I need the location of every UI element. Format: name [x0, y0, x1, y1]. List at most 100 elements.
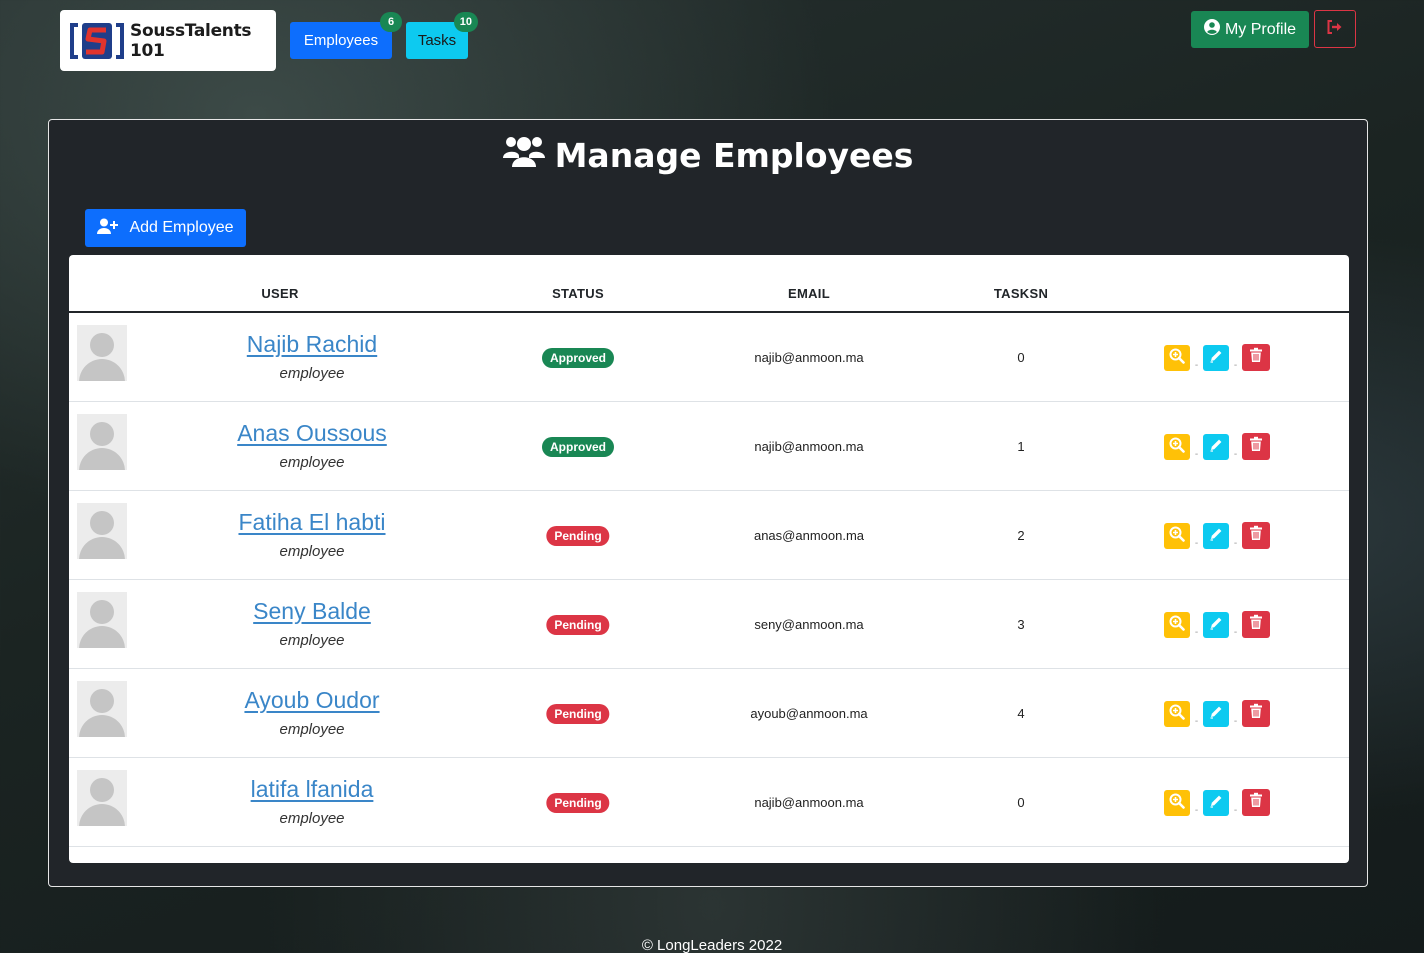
- search-plus-icon: [1169, 526, 1185, 547]
- employee-role: employee: [279, 365, 345, 382]
- search-plus-icon: [1169, 793, 1185, 814]
- table-row: Fatiha El habti employee Pending anas@an…: [69, 491, 1349, 580]
- action-separator: -: [1194, 627, 1199, 638]
- employee-email: najib@anmoon.ma: [754, 795, 864, 810]
- action-separator: -: [1233, 627, 1238, 638]
- table-row: latifa lfanida employee Pending najib@an…: [69, 758, 1349, 847]
- avatar: [77, 503, 127, 559]
- employee-name-link[interactable]: Najib Rachid: [247, 331, 377, 358]
- action-separator: -: [1194, 716, 1199, 727]
- footer-copyright: © LongLeaders 2022: [641, 937, 783, 953]
- nav-employees-button[interactable]: Employees 6: [290, 12, 402, 59]
- employee-task-count: 2: [1017, 528, 1025, 543]
- delete-button[interactable]: [1242, 433, 1270, 460]
- add-employee-button[interactable]: Add Employee: [85, 209, 246, 247]
- table-body: Najib Rachid employee Approved najib@anm…: [69, 313, 1349, 847]
- view-button[interactable]: [1164, 790, 1190, 816]
- delete-button[interactable]: [1242, 344, 1270, 371]
- logout-button[interactable]: [1314, 10, 1356, 48]
- column-header-tasks: TASKSN: [993, 286, 1049, 301]
- employee-task-count: 1: [1017, 439, 1025, 454]
- employee-name-link[interactable]: Ayoub Oudor: [244, 687, 379, 714]
- edit-button[interactable]: [1203, 523, 1229, 549]
- edit-button[interactable]: [1203, 345, 1229, 371]
- nav-tasks-button[interactable]: Tasks 10: [406, 12, 478, 59]
- delete-button[interactable]: [1242, 522, 1270, 549]
- status-badge: Pending: [546, 793, 610, 813]
- pencil-icon: [1208, 704, 1224, 725]
- trash-icon: [1249, 436, 1263, 457]
- pencil-icon: [1208, 437, 1224, 458]
- column-header-user: USER: [261, 286, 299, 301]
- page-title: Manage Employees: [49, 134, 1367, 176]
- employee-email: ayoub@anmoon.ma: [750, 706, 868, 721]
- status-badge: Pending: [546, 704, 610, 724]
- trash-icon: [1249, 347, 1263, 368]
- nav-employees-label: Employees: [303, 32, 379, 49]
- delete-button[interactable]: [1242, 789, 1270, 816]
- action-separator: -: [1233, 716, 1238, 727]
- row-actions: - -: [1164, 522, 1270, 549]
- brand-logo[interactable]: SoussTalents 101: [60, 10, 276, 71]
- user-plus-icon: [97, 218, 119, 239]
- view-button[interactable]: [1164, 701, 1190, 727]
- view-button[interactable]: [1164, 345, 1190, 371]
- employee-role: employee: [279, 632, 345, 649]
- manage-employees-panel: Manage Employees Add Employee USER STATU…: [48, 119, 1368, 887]
- employee-role: employee: [279, 721, 345, 738]
- table-row: Ayoub Oudor employee Pending ayoub@anmoo…: [69, 669, 1349, 758]
- status-badge: Pending: [546, 526, 610, 546]
- pencil-icon: [1208, 526, 1224, 547]
- avatar: [77, 592, 127, 648]
- action-separator: -: [1233, 360, 1238, 371]
- employee-email: najib@anmoon.ma: [754, 350, 864, 365]
- edit-button[interactable]: [1203, 612, 1229, 638]
- search-plus-icon: [1169, 615, 1185, 636]
- add-employee-label: Add Employee: [129, 219, 234, 236]
- employee-task-count: 3: [1017, 617, 1025, 632]
- employee-name-link[interactable]: Seny Balde: [253, 598, 371, 625]
- employee-email: seny@anmoon.ma: [754, 617, 864, 632]
- status-badge: Approved: [541, 437, 615, 457]
- avatar: [77, 770, 127, 826]
- action-separator: -: [1194, 538, 1199, 549]
- table-row: Najib Rachid employee Approved najib@anm…: [69, 313, 1349, 402]
- column-header-status: STATUS: [552, 286, 604, 301]
- trash-icon: [1249, 614, 1263, 635]
- sign-out-icon: [1326, 19, 1344, 40]
- status-badge: Pending: [546, 615, 610, 635]
- my-profile-label: My Profile: [1224, 20, 1297, 38]
- edit-button[interactable]: [1203, 701, 1229, 727]
- employee-email: anas@anmoon.ma: [753, 528, 865, 543]
- search-plus-icon: [1169, 437, 1185, 458]
- table-row: Anas Oussous employee Approved najib@anm…: [69, 402, 1349, 491]
- employees-count-badge: 6: [380, 12, 402, 32]
- status-badge: Approved: [541, 348, 615, 368]
- delete-button[interactable]: [1242, 611, 1270, 638]
- view-button[interactable]: [1164, 523, 1190, 549]
- employee-name-link[interactable]: Anas Oussous: [237, 420, 387, 447]
- employee-task-count: 4: [1017, 706, 1025, 721]
- avatar: [77, 414, 127, 470]
- employee-name-link[interactable]: latifa lfanida: [251, 776, 374, 803]
- view-button[interactable]: [1164, 434, 1190, 460]
- edit-button[interactable]: [1203, 790, 1229, 816]
- my-profile-button[interactable]: My Profile: [1191, 11, 1309, 48]
- trash-icon: [1249, 525, 1263, 546]
- employee-name-link[interactable]: Fatiha El habti: [238, 509, 385, 536]
- tasks-count-badge: 10: [453, 12, 478, 32]
- view-button[interactable]: [1164, 612, 1190, 638]
- avatar: [77, 325, 127, 381]
- employee-email: najib@anmoon.ma: [754, 439, 864, 454]
- employee-task-count: 0: [1017, 795, 1025, 810]
- delete-button[interactable]: [1242, 700, 1270, 727]
- row-actions: - -: [1164, 611, 1270, 638]
- action-separator: -: [1233, 449, 1238, 460]
- edit-button[interactable]: [1203, 434, 1229, 460]
- row-actions: - -: [1164, 433, 1270, 460]
- action-separator: -: [1233, 805, 1238, 816]
- brand-name: SoussTalents 101: [130, 20, 252, 61]
- employee-role: employee: [279, 454, 345, 471]
- trash-icon: [1249, 792, 1263, 813]
- row-actions: - -: [1164, 789, 1270, 816]
